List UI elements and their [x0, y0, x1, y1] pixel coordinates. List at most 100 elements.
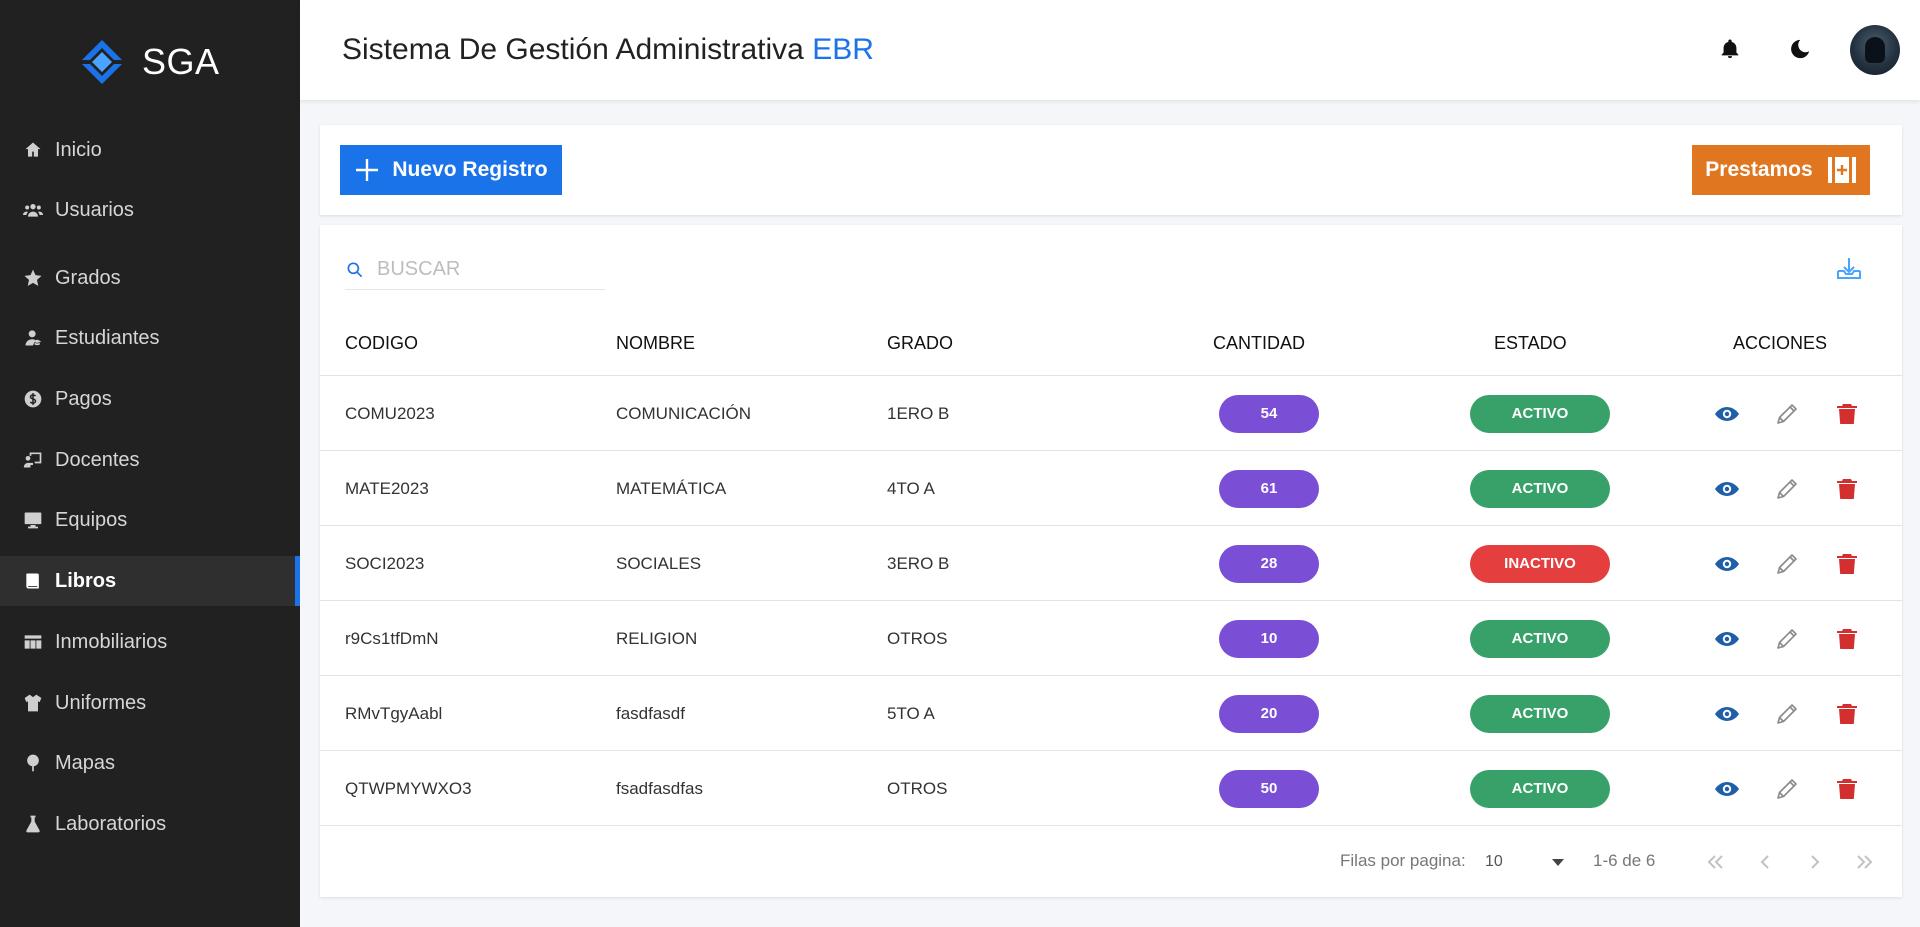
dollar-icon: [21, 387, 45, 411]
cell-code: SOCI2023: [345, 553, 425, 573]
last-page-icon[interactable]: [1852, 849, 1878, 875]
sidebar-item-libros[interactable]: Libros: [0, 556, 300, 606]
first-page-icon[interactable]: [1702, 849, 1728, 875]
view-icon[interactable]: [1713, 475, 1741, 503]
chevron-down-icon: [1552, 859, 1564, 866]
row-divider: [320, 750, 1902, 751]
status-badge: INACTIVO: [1470, 544, 1610, 583]
page-title: Sistema De Gestión Administrativa EBR: [342, 33, 874, 67]
sidebar-item-inicio[interactable]: Inicio: [0, 125, 300, 175]
view-icon[interactable]: [1713, 700, 1741, 728]
next-page-icon[interactable]: [1802, 849, 1828, 875]
view-icon[interactable]: [1713, 775, 1741, 803]
edit-icon[interactable]: [1773, 775, 1801, 803]
view-icon[interactable]: [1713, 550, 1741, 578]
cell-grade: OTROS: [887, 778, 948, 798]
column-header-grade[interactable]: GRADO: [887, 333, 953, 354]
column-header-name[interactable]: NOMBRE: [616, 333, 695, 354]
status-badge: ACTIVO: [1470, 469, 1610, 508]
table-icon: [21, 630, 45, 654]
edit-icon[interactable]: [1773, 400, 1801, 428]
sidebar-item-docentes[interactable]: Docentes: [0, 435, 300, 485]
column-header-quantity[interactable]: CANTIDAD: [1213, 333, 1305, 354]
quantity-badge: 28: [1219, 544, 1319, 583]
sidebar-item-label: Usuarios: [55, 198, 134, 221]
previous-page-icon[interactable]: [1752, 849, 1778, 875]
avatar[interactable]: [1850, 25, 1900, 75]
cell-name: MATEMÁTICA: [616, 478, 727, 498]
sidebar-item-inmobiliarios[interactable]: Inmobiliarios: [0, 617, 300, 667]
delete-icon[interactable]: [1833, 550, 1861, 578]
plus-icon: [356, 159, 379, 181]
books-table-card: CODIGO NOMBRE GRADO CANTIDAD ESTADO ACCI…: [320, 225, 1902, 897]
row-divider: [320, 450, 1902, 451]
door-open-icon: [1827, 157, 1856, 183]
status-badge: ACTIVO: [1470, 394, 1610, 433]
cell-grade: 3ERO B: [887, 553, 950, 573]
sidebar-item-equipos[interactable]: Equipos: [0, 495, 300, 545]
view-icon[interactable]: [1713, 625, 1741, 653]
cell-code: RMvTgyAabl: [345, 703, 443, 723]
sidebar-item-usuarios[interactable]: Usuarios: [0, 185, 300, 235]
delete-icon[interactable]: [1833, 700, 1861, 728]
edit-icon[interactable]: [1773, 625, 1801, 653]
cell-name: COMUNICACIÓN: [616, 403, 752, 423]
pagination-range: 1-6 de 6: [1593, 851, 1656, 870]
cell-grade: 1ERO B: [887, 403, 950, 423]
cell-name: RELIGION: [616, 628, 698, 648]
top-header: Sistema De Gestión Administrativa EBR: [300, 0, 1920, 100]
cell-code: r9Cs1tfDmN: [345, 628, 439, 648]
moon-icon[interactable]: [1785, 34, 1815, 64]
sidebar-item-label: Libros: [55, 569, 117, 592]
delete-icon[interactable]: [1833, 775, 1861, 803]
column-header-status[interactable]: ESTADO: [1494, 333, 1567, 354]
status-badge: ACTIVO: [1470, 694, 1610, 733]
sidebar-item-pagos[interactable]: Pagos: [0, 374, 300, 424]
new-record-label: Nuevo Registro: [392, 158, 548, 181]
row-divider: [320, 600, 1902, 601]
rows-per-page-value: 10: [1485, 853, 1503, 870]
cell-name: fasdfasdf: [616, 703, 685, 723]
map-pin-icon: [21, 751, 45, 775]
rows-per-page-select[interactable]: 10: [1485, 847, 1565, 877]
sidebar-item-label: Estudiantes: [55, 326, 160, 349]
sidebar-item-grados[interactable]: Grados: [0, 253, 300, 303]
quantity-badge: 10: [1219, 619, 1319, 658]
download-icon[interactable]: [1835, 255, 1863, 283]
new-record-button[interactable]: Nuevo Registro: [340, 145, 562, 195]
sidebar-item-laboratorios[interactable]: Laboratorios: [0, 799, 300, 849]
sidebar-item-label: Inmobiliarios: [55, 630, 168, 653]
search-icon: [347, 262, 363, 277]
sidebar-item-uniformes[interactable]: Uniformes: [0, 678, 300, 728]
sidebar-item-estudiantes[interactable]: Estudiantes: [0, 313, 300, 363]
brand-logo[interactable]: SGA: [78, 38, 220, 86]
delete-icon[interactable]: [1833, 475, 1861, 503]
rows-per-page-label: Filas por pagina:: [1340, 851, 1466, 870]
header-divider: [320, 375, 1902, 376]
edit-icon[interactable]: [1773, 550, 1801, 578]
cell-code: MATE2023: [345, 478, 429, 498]
brand-name: SGA: [142, 41, 220, 82]
status-badge: ACTIVO: [1470, 619, 1610, 658]
loans-label: Prestamos: [1705, 158, 1813, 181]
bell-icon[interactable]: [1715, 34, 1745, 64]
column-header-code[interactable]: CODIGO: [345, 333, 418, 354]
edit-icon[interactable]: [1773, 700, 1801, 728]
delete-icon[interactable]: [1833, 625, 1861, 653]
student-icon: [21, 326, 45, 350]
search-box: [345, 250, 605, 290]
delete-icon[interactable]: [1833, 400, 1861, 428]
cell-name: fsadfasdfas: [616, 778, 703, 798]
sidebar-item-mapas[interactable]: Mapas: [0, 738, 300, 788]
teacher-icon: [21, 448, 45, 472]
loans-button[interactable]: Prestamos: [1692, 145, 1870, 195]
sidebar: SGA Inicio Usuarios Grados Estudiantes Pagos…: [0, 0, 300, 927]
sidebar-item-label: Uniformes: [55, 691, 147, 714]
view-icon[interactable]: [1713, 400, 1741, 428]
sidebar-item-label: Mapas: [55, 751, 116, 774]
sidebar-item-label: Laboratorios: [55, 812, 167, 835]
search-input[interactable]: [377, 258, 577, 281]
edit-icon[interactable]: [1773, 475, 1801, 503]
quantity-badge: 54: [1219, 394, 1319, 433]
users-icon: [21, 198, 45, 222]
